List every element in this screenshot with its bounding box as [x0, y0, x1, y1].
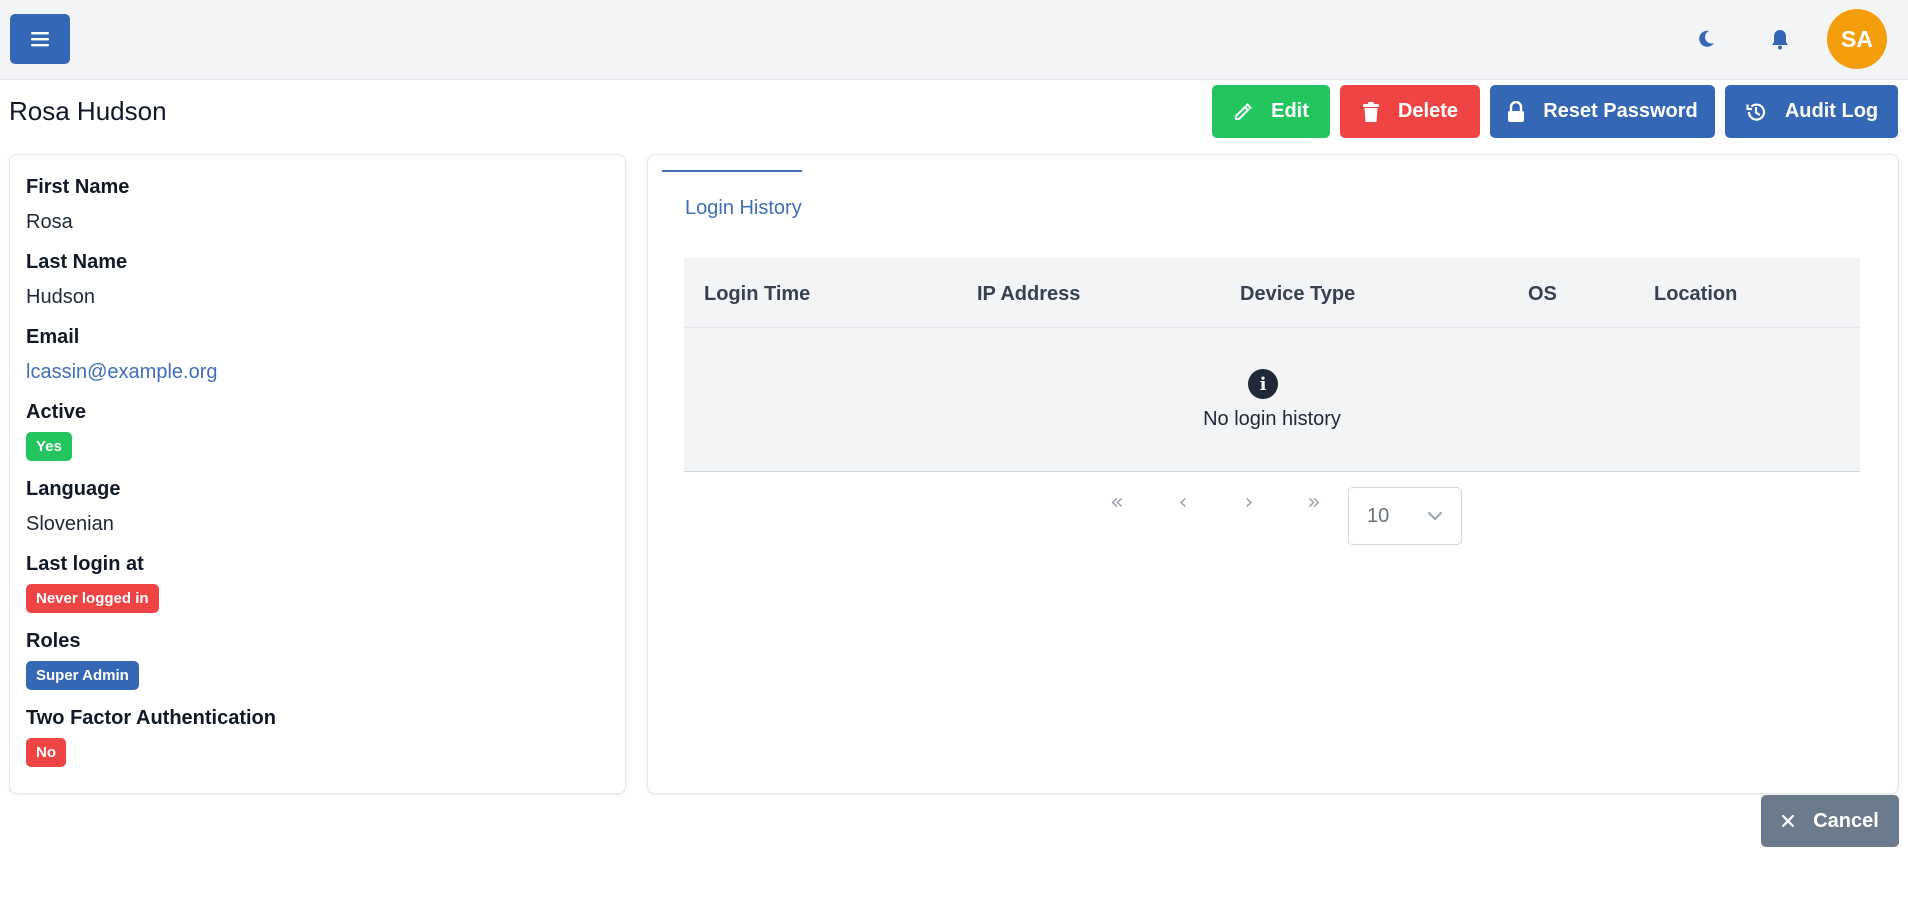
moon-icon	[1699, 30, 1714, 47]
column-header-location[interactable]: Location	[1654, 283, 1737, 306]
trash-icon	[1362, 101, 1379, 122]
user-details-card: First Name Rosa Last Name Hudson Email l…	[9, 154, 626, 794]
active-label: Active	[26, 401, 87, 423]
pencil-icon	[1235, 102, 1253, 120]
edit-button-label: Edit	[1271, 100, 1309, 122]
last-login-badge: Never logged in	[26, 584, 159, 613]
column-header-login-time[interactable]: Login Time	[704, 283, 810, 306]
theme-toggle-button[interactable]	[1689, 22, 1723, 56]
two-factor-label: Two Factor Authentication	[26, 707, 276, 729]
cancel-button-label: Cancel	[1813, 809, 1879, 832]
login-history-table: Login Time IP Address Device Type OS Loc…	[684, 258, 1860, 472]
edit-button[interactable]: Edit	[1212, 85, 1330, 138]
tab-login-history[interactable]: Login History	[685, 197, 802, 220]
cancel-button[interactable]: Cancel	[1761, 795, 1899, 847]
empty-state-text: No login history	[1203, 408, 1341, 430]
info-icon: i	[1248, 369, 1278, 399]
lock-icon	[1508, 100, 1525, 122]
empty-state: i No login history	[684, 328, 1860, 472]
table-header: Login Time IP Address Device Type OS Loc…	[684, 258, 1860, 328]
two-factor-badge: No	[26, 738, 66, 767]
first-name-value: Rosa	[26, 211, 73, 233]
column-header-ip-address[interactable]: IP Address	[977, 283, 1080, 306]
top-bar: SA	[0, 0, 1908, 80]
page-size-value: 10	[1367, 504, 1390, 527]
previous-page-button[interactable]: ‹	[1163, 485, 1203, 519]
close-icon	[1782, 814, 1795, 828]
notifications-button[interactable]	[1763, 22, 1797, 56]
menu-button[interactable]	[10, 14, 70, 64]
active-badge: Yes	[26, 432, 72, 461]
page-size-select[interactable]: 10	[1348, 487, 1462, 545]
avatar[interactable]: SA	[1827, 9, 1887, 69]
last-login-label: Last login at	[26, 553, 144, 575]
column-header-device-type[interactable]: Device Type	[1240, 283, 1355, 306]
column-header-os[interactable]: OS	[1528, 283, 1557, 306]
email-label: Email	[26, 326, 80, 348]
chevron-down-icon	[1428, 512, 1442, 520]
delete-button-label: Delete	[1397, 100, 1459, 122]
email-link[interactable]: lcassin@example.org	[26, 361, 218, 384]
next-page-button[interactable]: ›	[1229, 485, 1269, 519]
last-name-value: Hudson	[26, 286, 95, 308]
reset-password-button-label: Reset Password	[1543, 100, 1698, 122]
tab-indicator	[662, 170, 802, 172]
delete-button[interactable]: Delete	[1340, 85, 1480, 138]
language-value: Slovenian	[26, 513, 114, 535]
hamburger-icon	[31, 32, 49, 47]
first-page-button[interactable]: «	[1097, 485, 1137, 519]
audit-log-button[interactable]: Audit Log	[1725, 85, 1898, 138]
login-history-card: Login History Login Time IP Address Devi…	[647, 154, 1899, 794]
bell-icon	[1772, 30, 1788, 50]
language-label: Language	[26, 478, 121, 500]
audit-log-button-label: Audit Log	[1784, 100, 1879, 122]
history-icon	[1746, 103, 1765, 121]
roles-label: Roles	[26, 630, 81, 652]
last-page-button[interactable]: »	[1294, 485, 1334, 519]
last-name-label: Last Name	[26, 251, 128, 273]
role-badge: Super Admin	[26, 661, 139, 690]
reset-password-button[interactable]: Reset Password	[1490, 85, 1715, 138]
first-name-label: First Name	[26, 176, 130, 198]
page-title: Rosa Hudson	[9, 96, 167, 126]
